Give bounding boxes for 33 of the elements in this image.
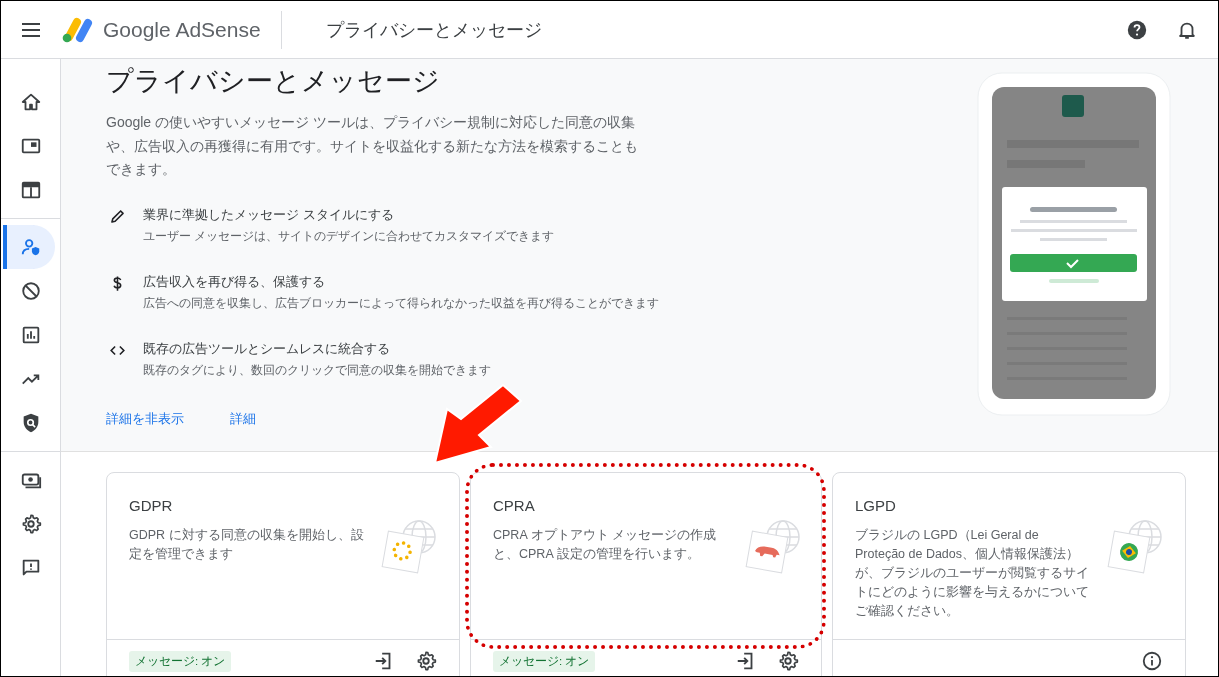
info-button[interactable]: [1141, 650, 1163, 672]
feature-title: 広告収入を再び得る、保護する: [143, 272, 326, 291]
feature-description: ユーザー メッセージは、サイトのデザインに合わせてカスタマイズできます: [143, 227, 555, 245]
home-icon: [19, 91, 42, 113]
settings-button[interactable]: [777, 650, 799, 672]
feature-description: 広告への同意を収集し、広告ブロッカーによって得られなかった収益を再び得ることができます: [143, 294, 659, 312]
link[interactable]: 詳細: [230, 409, 256, 428]
card-description: GDPR に対する同意の収集を開始し、設定を管理できます: [129, 527, 365, 563]
settings-icon: [415, 650, 437, 672]
sidebar-item[interactable]: [6, 225, 55, 269]
link[interactable]: 詳細を非表示: [106, 409, 184, 428]
card-description: CPRA オプトアウト メッセージの作成と、CPRA 設定の管理を行います。: [493, 527, 717, 563]
logo-icon: [61, 16, 95, 43]
info-icon: [1141, 650, 1163, 672]
feature-title: 業界に準拠したメッセージ スタイルにする: [143, 205, 395, 224]
page-title: プライバシーとメッセージ: [325, 18, 543, 42]
help-icon: [1126, 18, 1148, 41]
card-description: ブラジルの LGPD（Lei Geral de Proteção de Dados、個人情報保護法）が、ブラジルのユーザーが閲覧するサイトにどのように影響を与えるかについてご確認ください。: [855, 527, 1090, 620]
settings-icon: [777, 650, 799, 672]
status-chip: メッセージ: オン: [493, 650, 596, 672]
hero-title: プライバシーとメッセージ: [106, 65, 441, 98]
feature-description: 既存のタグにより、数回のクリックで同意の収集を開始できます: [143, 361, 491, 379]
card-title: CPRA: [493, 497, 536, 514]
person-shield-icon: [19, 236, 42, 258]
product-name: Google AdSense: [103, 17, 261, 42]
status-chip: メッセージ: オン: [129, 650, 232, 672]
settings-button[interactable]: [415, 650, 437, 672]
hero-description: Google の使いやすいメッセージ ツールは、プライバシー規制に対応した同意の収集や、広告収入の再獲得に有用です。サイトを収益化する新たな方法を模索することもできます。: [106, 113, 639, 179]
card-title: LGPD: [855, 497, 897, 514]
layout-icon: [19, 179, 42, 201]
feature-title: 既存の広告ツールとシームレスに統合する: [143, 339, 391, 358]
card-title: GDPR: [129, 497, 174, 514]
block-icon: [19, 280, 42, 302]
